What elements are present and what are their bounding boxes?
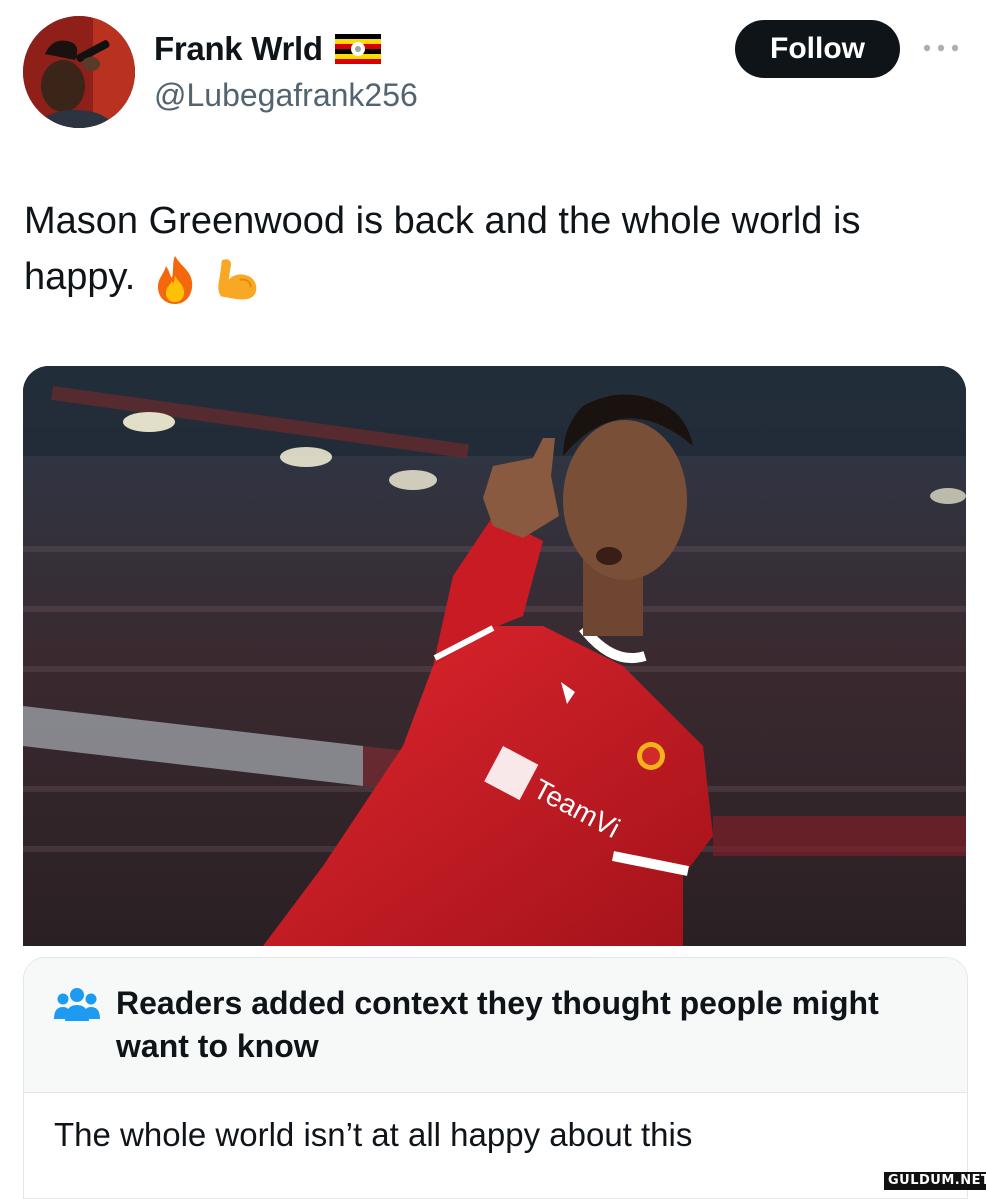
tweet-text-container: Mason Greenwood is back and the whole wo… <box>24 193 959 305</box>
community-note-header: Readers added context they thought peopl… <box>24 958 967 1093</box>
uganda-flag-icon <box>334 34 381 64</box>
people-group-icon <box>54 988 100 1021</box>
author-display-name[interactable]: Frank Wrld <box>154 30 323 68</box>
fire-emoji <box>157 255 193 304</box>
community-note-title: Readers added context they thought peopl… <box>116 985 879 1064</box>
community-note-body: The whole world isn’t at all happy about… <box>54 1116 693 1153</box>
author-name-row: Frank Wrld <box>154 30 381 68</box>
author-avatar[interactable] <box>23 16 135 128</box>
follow-button[interactable]: Follow <box>735 20 900 78</box>
community-note[interactable]: Readers added context they thought peopl… <box>23 957 968 1199</box>
tweet-media-photo[interactable]: TeamVi <box>23 366 966 946</box>
author-handle[interactable]: @Lubegafrank256 <box>154 77 418 114</box>
tweet-text: Mason Greenwood is back and the whole wo… <box>24 200 861 298</box>
site-watermark: GULDUM.NET <box>884 1172 986 1190</box>
flexed-biceps-emoji <box>218 259 257 300</box>
more-horizontal-icon[interactable] <box>919 38 963 58</box>
